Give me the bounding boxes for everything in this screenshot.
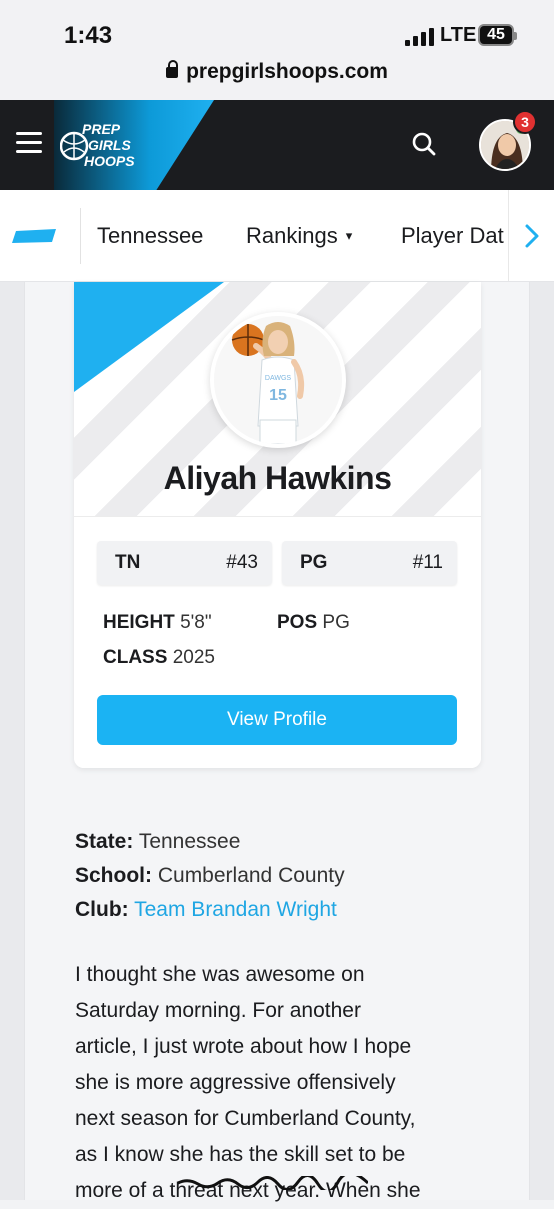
article-body: I thought she was awesome on Saturday mo… <box>75 957 475 1209</box>
logo-text-3: HOOPS <box>84 153 135 169</box>
article-line: as I know she has the skill set to be <box>75 1143 406 1166</box>
article-line: article, I just wrote about how I hope <box>75 1035 412 1058</box>
pos-label: POS <box>277 612 318 633</box>
club-link[interactable]: Team Brandan Wright <box>134 898 337 921</box>
subnav-divider <box>80 208 81 264</box>
meta-school: School: Cumberland County <box>75 864 345 888</box>
school-value: Cumberland County <box>157 864 345 887</box>
status-time: 1:43 <box>64 22 113 49</box>
subnav-item-player-database[interactable]: Player Dat <box>401 223 504 249</box>
state-label: State: <box>75 830 134 853</box>
player-name: Aliyah Hawkins <box>163 460 392 496</box>
class-attribute: CLASS 2025 <box>103 647 215 669</box>
meta-state: State: Tennessee <box>75 830 240 854</box>
subnav-label: Player Dat <box>401 223 504 248</box>
pos-value: PG <box>322 612 350 633</box>
article-line: Saturday morning. For another <box>75 999 361 1022</box>
page-gutter-left <box>0 282 24 1200</box>
state-rank-badge[interactable]: TN #43 <box>97 541 272 585</box>
battery-icon: 45 <box>478 24 517 46</box>
subnav-item-rankings[interactable]: Rankings ▾ <box>246 223 352 249</box>
player-card-header: DAWGS 15 Aliyah Hawkins <box>74 282 481 516</box>
svg-text:DAWGS: DAWGS <box>265 375 292 382</box>
signal-icon <box>405 28 434 46</box>
status-bar: 1:43 LTE 45 prepgirlshoops.com <box>0 0 554 100</box>
chevron-right-icon <box>525 224 538 248</box>
logo-text-1: PREP <box>82 121 121 137</box>
height-value: 5'8" <box>180 612 212 633</box>
site-logo[interactable]: PREP GIRLS HOOPS <box>60 118 156 172</box>
rank-label: TN <box>115 552 141 573</box>
subnav-item-tennessee[interactable]: Tennessee <box>97 223 203 249</box>
position-rank-badge[interactable]: PG #11 <box>282 541 457 585</box>
article-line: she is more aggressive offensively <box>75 1071 396 1094</box>
player-photo[interactable]: DAWGS 15 <box>210 312 346 448</box>
battery-level: 45 <box>487 26 505 43</box>
class-value: 2025 <box>172 647 215 668</box>
view-profile-button[interactable]: View Profile <box>97 695 457 745</box>
menu-icon[interactable] <box>16 132 42 156</box>
meta-club: Club: Team Brandan Wright <box>75 898 337 922</box>
page-gutter-right <box>530 282 554 1200</box>
player-card-body: TN #43 PG #11 HEIGHT 5'8" POS PG CLASS 2… <box>74 516 481 768</box>
rank-label: PG <box>300 552 328 573</box>
address-bar[interactable]: prepgirlshoops.com <box>0 60 554 84</box>
subnav-label: Tennessee <box>97 223 204 248</box>
state-subnav: Tennessee Rankings ▾ Player Dat <box>0 190 554 282</box>
subnav-label: Rankings <box>246 223 338 248</box>
state-value: Tennessee <box>138 830 241 853</box>
article-line: next season for Cumberland County, <box>75 1107 416 1130</box>
height-label: HEIGHT <box>103 612 175 633</box>
site-header: PREP GIRLS HOOPS <box>0 100 554 190</box>
height-attribute: HEIGHT 5'8" <box>103 612 212 634</box>
subnav-next-button[interactable] <box>508 190 554 281</box>
rank-value: #11 <box>412 552 443 573</box>
rank-value: #43 <box>226 552 258 573</box>
position-attribute: POS PG <box>277 612 350 634</box>
article-line: I thought she was awesome on <box>75 963 365 986</box>
school-label: School: <box>75 864 152 887</box>
chevron-down-icon: ▾ <box>345 228 353 243</box>
card-accent-corner <box>74 282 224 392</box>
class-label: CLASS <box>103 647 168 668</box>
jersey-number: 15 <box>269 387 287 404</box>
notification-badge[interactable]: 3 <box>513 110 537 134</box>
club-label: Club: <box>75 898 129 921</box>
network-label: LTE <box>440 24 477 46</box>
logo-text-2: GIRLS <box>88 137 131 153</box>
lock-icon <box>166 60 179 78</box>
player-card: DAWGS 15 Aliyah Hawkins TN #43 PG #11 HE… <box>74 282 481 768</box>
search-icon[interactable] <box>410 130 438 158</box>
redaction-scribble <box>178 1176 368 1190</box>
url-text: prepgirlshoops.com <box>186 60 388 83</box>
tennessee-state-icon[interactable] <box>12 228 56 244</box>
